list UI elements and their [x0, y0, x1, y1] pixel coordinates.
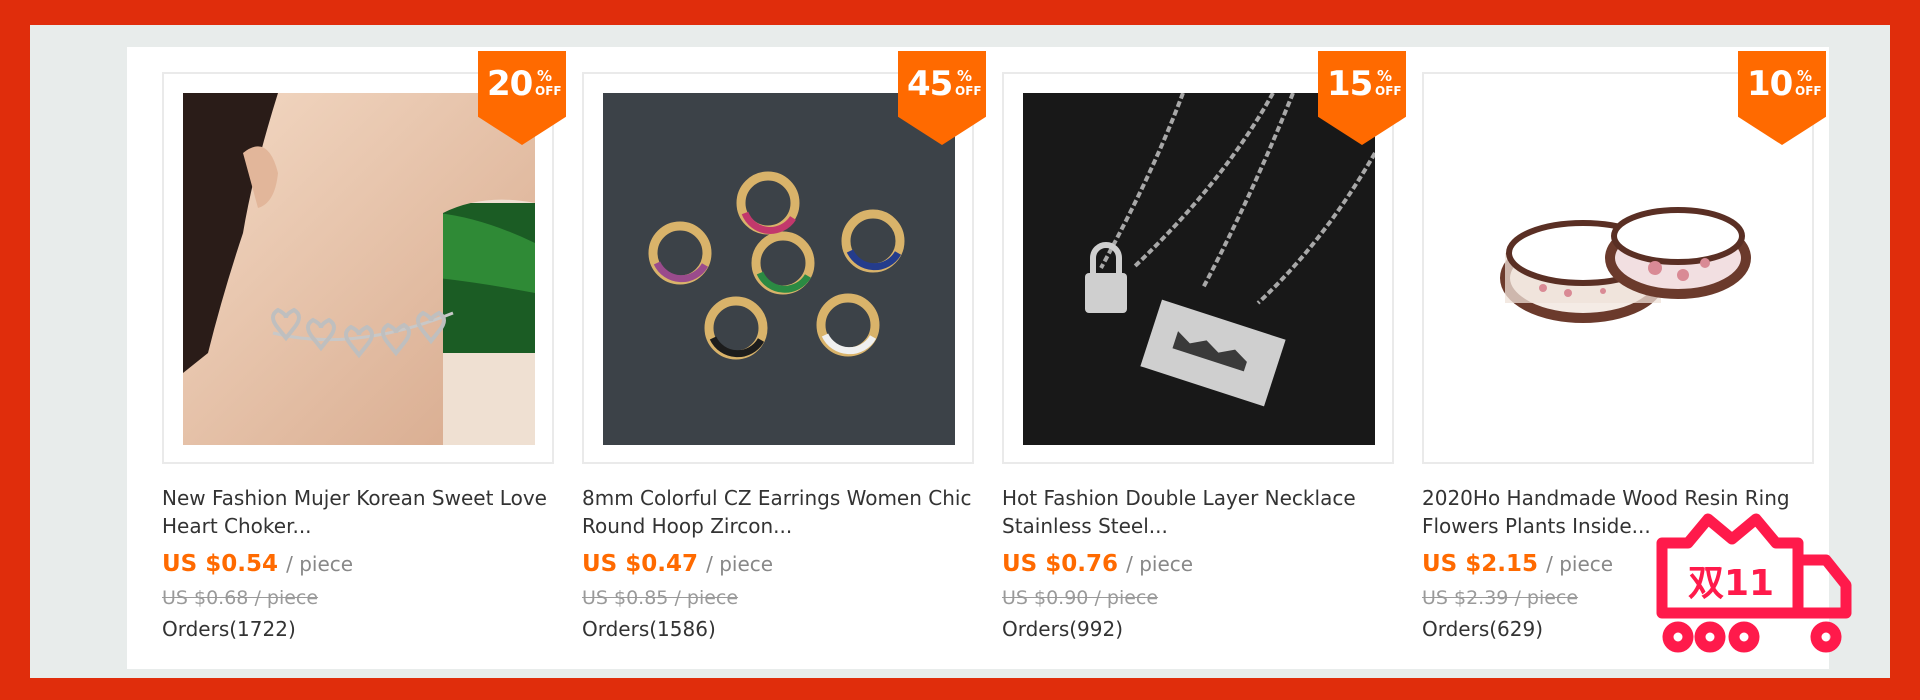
- price-row: US $2.15 / piece: [1422, 551, 1613, 577]
- price-row: US $0.47 / piece: [582, 551, 773, 577]
- resin-rings-image[interactable]: [1443, 93, 1795, 445]
- heart-choker-image[interactable]: [183, 93, 535, 445]
- order-count: Orders(1722): [162, 617, 296, 641]
- product-title-link[interactable]: 8mm Colorful CZ Earrings Women Chic Roun…: [582, 484, 982, 540]
- product-title-line-1[interactable]: 8mm Colorful CZ Earrings Women Chic: [582, 484, 982, 512]
- product-image-frame[interactable]: [1002, 72, 1394, 464]
- product-title-line-1[interactable]: New Fashion Mujer Korean Sweet Love: [162, 484, 562, 512]
- off-label: OFF: [1375, 84, 1402, 98]
- product-image-frame[interactable]: [1422, 72, 1814, 464]
- product-title-line-2[interactable]: Heart Choker...: [162, 512, 562, 540]
- price-unit: / piece: [286, 552, 354, 576]
- product-image-frame[interactable]: [162, 72, 554, 464]
- off-label: OFF: [1795, 84, 1822, 98]
- product-image-frame[interactable]: [582, 72, 974, 464]
- order-count: Orders(629): [1422, 617, 1544, 641]
- discount-value: 20: [487, 64, 533, 104]
- sale-price: US $0.54: [162, 551, 278, 577]
- price-row: US $0.76 / piece: [1002, 551, 1193, 577]
- product-title-link[interactable]: Hot Fashion Double Layer Necklace Stainl…: [1002, 484, 1402, 540]
- price-unit: / piece: [706, 552, 774, 576]
- original-price: US $0.68 / piece: [162, 587, 319, 609]
- product-title-link[interactable]: New Fashion Mujer Korean Sweet Love Hear…: [162, 484, 562, 540]
- percent-symbol: %: [537, 67, 553, 85]
- original-price: US $0.85 / piece: [582, 587, 739, 609]
- product-title-line-1[interactable]: Hot Fashion Double Layer Necklace: [1002, 484, 1402, 512]
- product-title-line-2[interactable]: Round Hoop Zircon...: [582, 512, 982, 540]
- price-unit: / piece: [1126, 552, 1194, 576]
- percent-symbol: %: [1377, 67, 1393, 85]
- double-11-logo-text: 双11: [1688, 563, 1774, 604]
- off-label: OFF: [535, 84, 562, 98]
- discount-value: 10: [1747, 64, 1793, 104]
- price-row: US $0.54 / piece: [162, 551, 353, 577]
- page-frame: 20 % OFF New Fashion Mujer Korean Sweet …: [30, 25, 1890, 678]
- order-count: Orders(992): [1002, 617, 1124, 641]
- price-unit: / piece: [1546, 552, 1614, 576]
- product-title-line-2[interactable]: Stainless Steel...: [1002, 512, 1402, 540]
- double-11-cart-logo: 双11: [1648, 505, 1858, 665]
- discount-value: 45: [907, 64, 953, 104]
- sale-price: US $0.47: [582, 551, 698, 577]
- lock-blade-necklace-image[interactable]: [1023, 93, 1375, 445]
- product-panel: 20 % OFF New Fashion Mujer Korean Sweet …: [127, 47, 1829, 669]
- off-label: OFF: [955, 84, 982, 98]
- discount-value: 15: [1327, 64, 1373, 104]
- percent-symbol: %: [957, 67, 973, 85]
- order-count: Orders(1586): [582, 617, 716, 641]
- hoop-earrings-image[interactable]: [603, 93, 955, 445]
- sale-price: US $0.76: [1002, 551, 1118, 577]
- percent-symbol: %: [1797, 67, 1813, 85]
- original-price: US $0.90 / piece: [1002, 587, 1159, 609]
- original-price: US $2.39 / piece: [1422, 587, 1579, 609]
- sale-price: US $2.15: [1422, 551, 1538, 577]
